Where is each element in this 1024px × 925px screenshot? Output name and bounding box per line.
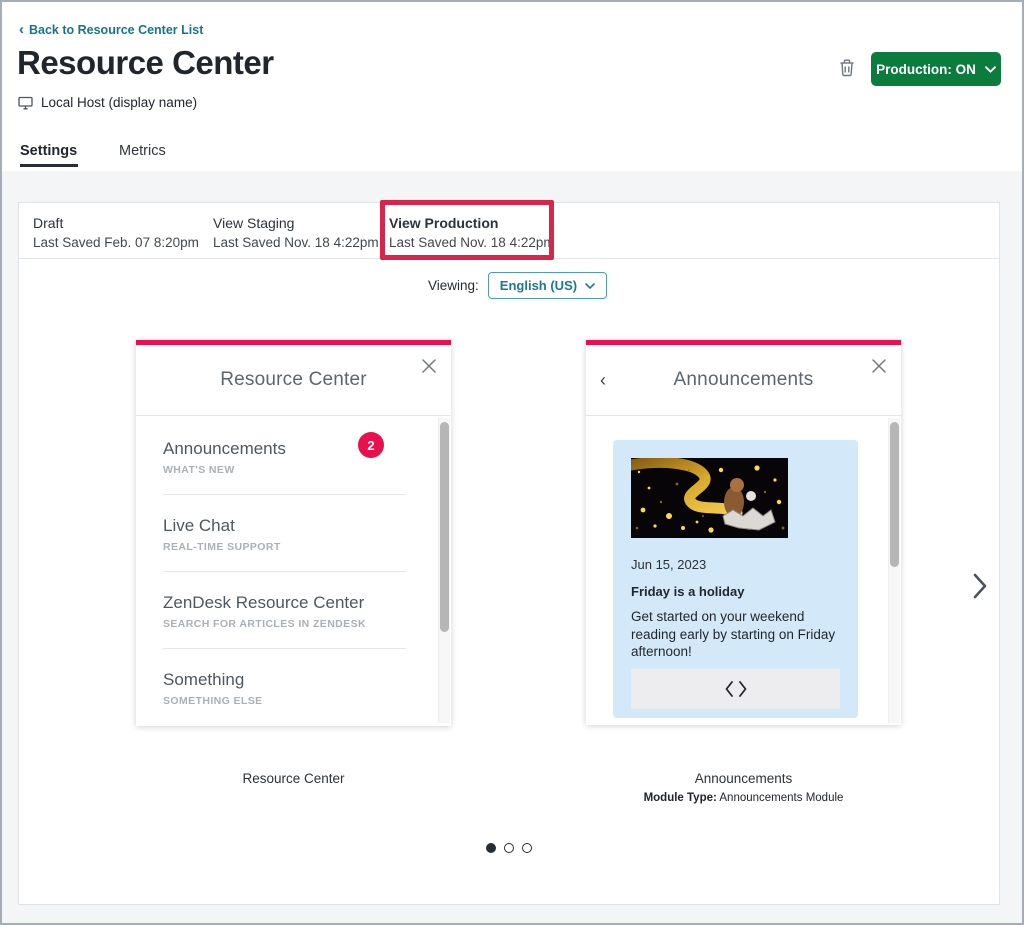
close-button[interactable] xyxy=(418,355,440,377)
close-icon xyxy=(871,358,887,374)
scrollbar-thumb[interactable] xyxy=(890,422,899,567)
back-chevron-icon: ‹ xyxy=(19,20,24,38)
card-body: Jun 15, 2023 Friday is a holiday Get sta… xyxy=(586,416,901,725)
version-view-staging[interactable]: View Staging Last Saved Nov. 18 4:22pm xyxy=(213,215,379,250)
tab-metrics[interactable]: Metrics xyxy=(119,143,166,159)
list-item-subtitle: REAL-TIME SUPPORT xyxy=(163,541,281,553)
module-type-value: Announcements Module xyxy=(719,792,844,804)
resource-center-page: ‹ Back to Resource Center List Resource … xyxy=(0,0,1024,925)
settings-panel: Draft Last Saved Feb. 07 8:20pm View Sta… xyxy=(18,200,1000,905)
announcements-preview-card: ‹ Announcements Jun 15, 2023 Friday is a… xyxy=(586,340,901,725)
module-list: Announcements WHAT'S NEW 2 Live Chat REA… xyxy=(136,416,451,725)
production-toggle-label: Production: ON xyxy=(876,61,976,77)
pagination-dot-3[interactable] xyxy=(522,843,532,853)
card-header: ‹ Announcements xyxy=(586,345,901,416)
chevron-down-icon xyxy=(984,65,996,73)
announcement-embed-block xyxy=(631,668,840,709)
list-item-zendesk[interactable]: ZenDesk Resource Center SEARCH FOR ARTIC… xyxy=(163,572,406,649)
carousel-next-button[interactable] xyxy=(969,571,991,601)
card-title: Announcements xyxy=(673,369,814,390)
language-selector[interactable]: English (US) xyxy=(487,272,608,299)
monitor-icon xyxy=(18,96,33,110)
code-icon xyxy=(725,680,747,697)
announcement-headline: Friday is a holiday xyxy=(631,584,745,599)
card-title: Resource Center xyxy=(220,369,367,390)
module-type-line: Module Type: Announcements Module xyxy=(586,792,901,804)
version-saved: Last Saved Feb. 07 8:20pm xyxy=(33,235,199,250)
version-draft[interactable]: Draft Last Saved Feb. 07 8:20pm xyxy=(33,215,199,250)
version-saved: Last Saved Nov. 18 4:22pm xyxy=(389,235,555,250)
scrollbar-track[interactable] xyxy=(888,418,900,723)
close-icon xyxy=(421,358,437,374)
page-title: Resource Center xyxy=(17,44,274,81)
language-value: English (US) xyxy=(499,278,578,293)
card-caption-announcements: Announcements xyxy=(694,771,793,786)
back-to-list-link[interactable]: ‹ Back to Resource Center List xyxy=(19,20,204,38)
version-label: View Production xyxy=(389,215,499,231)
settings-section: Draft Last Saved Feb. 07 8:20pm View Sta… xyxy=(2,171,1022,923)
chevron-left-icon: ‹ xyxy=(600,370,606,390)
version-saved: Last Saved Nov. 18 4:22pm xyxy=(213,235,379,250)
trash-icon xyxy=(839,59,855,77)
host-label: Local Host (display name) xyxy=(41,95,198,110)
production-toggle-button[interactable]: Production: ON xyxy=(871,52,1001,86)
card-header: Resource Center xyxy=(136,345,451,416)
pagination-dot-2[interactable] xyxy=(504,843,514,853)
list-item-live-chat[interactable]: Live Chat REAL-TIME SUPPORT xyxy=(163,495,406,572)
back-link-label: Back to Resource Center List xyxy=(29,23,204,37)
card-body: Announcements WHAT'S NEW 2 Live Chat REA… xyxy=(136,416,451,725)
viewing-row: Viewing: English (US) xyxy=(428,272,608,299)
pagination-dot-1[interactable] xyxy=(486,843,496,853)
viewing-label: Viewing: xyxy=(428,278,479,293)
versions-row: Draft Last Saved Feb. 07 8:20pm View Sta… xyxy=(19,200,999,260)
host-row: Local Host (display name) xyxy=(18,95,197,110)
list-item-subtitle: SOMETHING ELSE xyxy=(163,695,263,707)
list-item-title: Something xyxy=(163,670,245,689)
version-view-production[interactable]: View Production Last Saved Nov. 18 4:22p… xyxy=(389,215,555,250)
delete-button[interactable] xyxy=(837,57,857,79)
module-type-label: Module Type: xyxy=(643,792,717,804)
scrollbar-track[interactable] xyxy=(438,418,450,723)
announcement-item[interactable]: Jun 15, 2023 Friday is a holiday Get sta… xyxy=(613,440,858,718)
list-item-announcements[interactable]: Announcements WHAT'S NEW 2 xyxy=(163,418,406,495)
back-button[interactable]: ‹ xyxy=(596,369,610,391)
announcement-date: Jun 15, 2023 xyxy=(631,557,707,572)
version-label: Draft xyxy=(33,215,64,231)
list-item-subtitle: SEARCH FOR ARTICLES IN ZENDESK xyxy=(163,618,366,630)
chevron-down-icon xyxy=(585,282,595,289)
announcement-body: Get started on your weekend reading earl… xyxy=(631,609,836,660)
scrollbar-thumb[interactable] xyxy=(440,422,449,632)
carousel-pagination xyxy=(19,843,999,853)
resource-center-preview-card: Resource Center Announcements WHAT'S NEW… xyxy=(136,340,451,726)
tab-bar: Settings Metrics xyxy=(2,143,1022,171)
list-item-something[interactable]: Something SOMETHING ELSE xyxy=(163,649,406,725)
unread-count-badge: 2 xyxy=(358,432,384,458)
announcement-image xyxy=(631,458,840,538)
list-item-subtitle: WHAT'S NEW xyxy=(163,464,235,476)
close-button[interactable] xyxy=(868,355,890,377)
list-item-title: Live Chat xyxy=(163,516,235,535)
version-label: View Staging xyxy=(213,215,295,231)
chevron-right-icon xyxy=(971,573,989,599)
list-item-title: ZenDesk Resource Center xyxy=(163,593,365,612)
tab-settings[interactable]: Settings xyxy=(20,143,79,167)
card-caption-resource-center: Resource Center xyxy=(242,771,345,786)
